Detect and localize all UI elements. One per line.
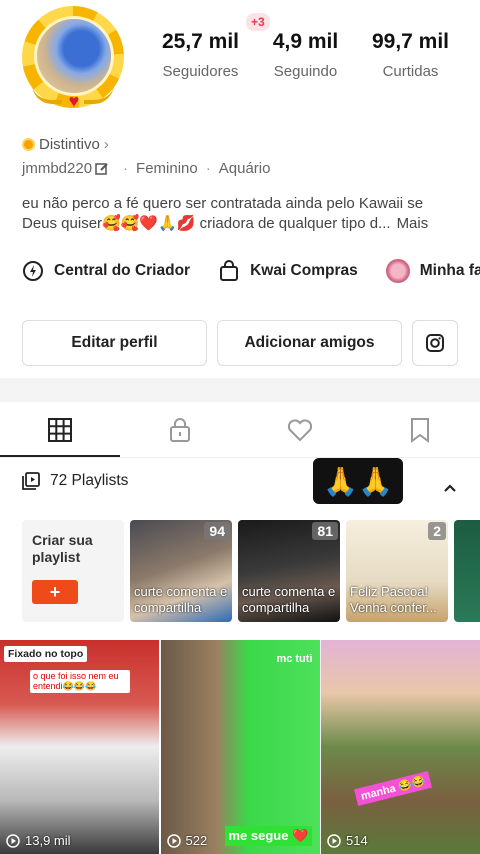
view-count: 522 [185,833,208,848]
avatar-heart-icon: ♥ [68,91,80,111]
stat-label: Seguidores [162,63,239,80]
shortcut-kwai-shopping[interactable]: Kwai Compras [218,260,358,282]
instagram-button[interactable] [412,320,458,366]
view-count: 514 [346,833,368,848]
separator-dot: · [123,160,129,177]
edit-profile-button[interactable]: Editar perfil [22,320,207,366]
new-followers-badge: +3 [246,13,270,31]
playlist-count: 81 [312,522,338,540]
playlist-card[interactable]: 94 curte comenta e compartilha [130,520,232,622]
chevron-up-icon[interactable] [440,478,460,498]
bio-text: eu não perco a fé quero ser contratada a… [22,195,424,232]
stat-likes[interactable]: 99,7 mil Curtidas [358,30,463,80]
separator-dot: · [205,160,211,177]
username: jmmbd220 [22,160,93,177]
video-overlay-text: o que foi isso nem eu entendi😂😂😂 [30,670,130,693]
shortcut-fan-club[interactable]: Minha fa [385,259,480,283]
play-icon [327,833,341,848]
playlist-count: 94 [204,522,230,540]
video-thumbnail[interactable]: manha 😂😂 514 [321,640,480,854]
play-icon [6,833,20,848]
tab-liked[interactable] [240,402,360,457]
play-icon [166,833,181,848]
add-friends-button[interactable]: Adicionar amigos [217,320,402,366]
stat-label: Curtidas [382,63,439,80]
view-count: 13,9 mil [25,833,71,848]
user-info-line: jmmbd220 · Feminino · Aquário [22,160,270,177]
stat-value: 4,9 mil [272,30,339,53]
instagram-icon [426,334,444,352]
create-playlist-card[interactable]: Criar sua playlist + [22,520,124,622]
heart-icon [287,418,313,441]
stat-value: 25,7 mil [161,30,240,53]
video-grid: Fixado no topo o que foi isso nem eu ent… [0,640,480,854]
stat-followers[interactable]: 25,7 mil Seguidores [148,30,253,80]
tab-private[interactable] [120,402,240,457]
shortcut-label: Kwai Compras [250,262,358,279]
profile-avatar[interactable]: ♥ [14,0,132,118]
distintivo-label: Distintivo [39,136,100,153]
shortcut-row: Central do Criador Kwai Compras Minha fa [22,256,480,286]
video-overlay-text: mc tuti [276,653,313,665]
video-thumbnail[interactable]: Fixado no topo o que foi isso nem eu ent… [0,640,159,854]
stat-label: Seguindo [273,63,338,80]
fan-avatar-icon [385,259,410,283]
zodiac-sign: Aquário [218,160,271,177]
creator-center-icon [23,261,43,281]
edit-icon[interactable] [95,162,109,176]
playlist-count: 2 [428,522,446,540]
grid-icon [48,417,72,442]
playlists-count: 72 Playlists [50,472,129,489]
pinned-badge: Fixado no topo [4,646,88,662]
tab-saved[interactable] [360,402,480,457]
playlist-card[interactable]: 81 curte comenta e compartilha [238,520,340,622]
stat-following[interactable]: 4,9 mil Seguindo [253,30,358,80]
profile-bio[interactable]: eu não perco a fé quero ser contratada a… [22,194,462,234]
profile-stats: 25,7 mil Seguidores 4,9 mil Seguindo 99,… [148,30,464,80]
emoji-banner: 🙏🙏 [313,458,403,504]
shortcut-label: Minha fa [419,262,480,279]
stat-value: 99,7 mil [371,30,450,53]
follow-me-label: me segue ❤️ [224,826,313,846]
playlist-caption: curte comenta e compartilha [242,584,336,615]
create-playlist-button[interactable]: + [32,580,78,604]
playlist-carousel[interactable]: Criar sua playlist + 94 curte comenta e … [22,520,480,624]
shortcut-creator-center[interactable]: Central do Criador [22,260,190,282]
bio-more-link[interactable]: Mais [397,215,429,232]
playlist-caption: curte comenta e compartilha [134,584,228,615]
gender: Feminino [136,160,198,177]
laurel-right-decoration [84,84,114,104]
video-views: 13,9 mil [6,833,71,848]
laurel-left-decoration [32,84,62,104]
video-views: 522 [166,833,208,848]
create-playlist-label: Criar sua playlist [32,532,93,565]
content-tabs [0,402,480,458]
coin-icon [22,138,35,151]
lock-icon [170,417,190,442]
section-divider [0,378,480,402]
playlist-card[interactable] [454,520,480,622]
playlist-icon [22,472,40,490]
bookmark-icon [411,417,429,443]
shortcut-label: Central do Criador [54,262,191,279]
shopping-bag-icon [220,260,239,281]
video-thumbnail[interactable]: mc tuti me segue ❤️ 522 [160,640,320,854]
video-views: 514 [327,833,368,848]
profile-action-buttons: Editar perfil Adicionar amigos [22,320,458,366]
playlist-caption: Feliz Pascoa! Venha confer... [350,584,437,615]
chevron-right-icon: › [103,136,109,153]
playlist-card[interactable]: 2 Feliz Pascoa! Venha confer... [346,520,448,622]
video-sticker: manha 😂😂 [354,771,432,806]
tab-videos-grid[interactable] [0,402,120,457]
distintivo-link[interactable]: Distintivo › [22,136,109,153]
